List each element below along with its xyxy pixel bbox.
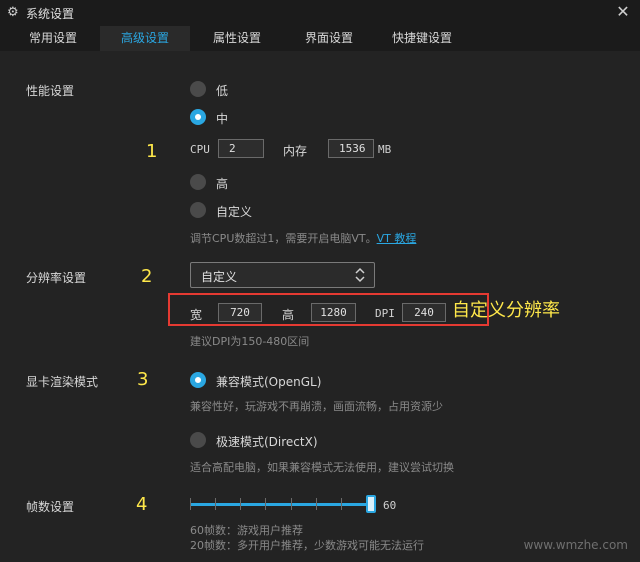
chevron-updown-icon (355, 267, 365, 283)
fps-slider-tick (190, 498, 191, 510)
tab-shortcut-settings[interactable]: 快捷键设置 (376, 26, 468, 51)
width-input[interactable]: 720 (218, 303, 262, 322)
render-speed-label: 极速模式(DirectX) (216, 435, 318, 449)
resolution-select[interactable]: 自定义 (190, 262, 375, 288)
custom-resolution-annotation: 自定义分辨率 (452, 300, 560, 321)
memory-unit: MB (378, 143, 392, 156)
render-speed-hint: 适合高配电脑，如果兼容模式无法使用，建议尝试切换 (190, 461, 454, 474)
height-label: 高 (282, 308, 295, 322)
performance-custom-radio[interactable] (190, 202, 206, 218)
title-bar: ⚙ 系统设置 ✕ (0, 0, 640, 26)
performance-custom-label: 自定义 (216, 205, 253, 219)
performance-section-label: 性能设置 (26, 84, 75, 98)
performance-low-label: 低 (216, 84, 229, 98)
cpu-hint: 调节CPU数超过1，需要开启电脑VT。VT 教程 (190, 230, 416, 246)
fps-value: 60 (383, 499, 397, 512)
render-speed-radio[interactable] (190, 432, 206, 448)
resolution-section-label: 分辨率设置 (26, 271, 87, 285)
render-compat-hint: 兼容性好，玩游戏不再崩溃，画面流畅，占用资源少 (190, 400, 443, 413)
performance-low-radio[interactable] (190, 81, 206, 97)
gear-icon: ⚙ (7, 5, 19, 20)
tab-bar: 常用设置 高级设置 属性设置 界面设置 快捷键设置 (0, 26, 640, 51)
fps-slider-tick (265, 498, 266, 510)
fps-hint-60: 60帧数：游戏用户推荐 (190, 524, 303, 537)
fps-slider-tick (341, 498, 342, 510)
render-compat-radio[interactable] (190, 372, 206, 388)
memory-input[interactable]: 1536 (328, 139, 374, 158)
performance-high-radio[interactable] (190, 174, 206, 190)
resolution-select-value: 自定义 (201, 270, 238, 284)
annotation-number-2: 2 (141, 266, 153, 287)
dpi-label: DPI (375, 307, 395, 320)
tab-advanced-settings[interactable]: 高级设置 (100, 26, 190, 51)
cpu-hint-text: 调节CPU数超过1，需要开启电脑VT。 (190, 232, 377, 245)
dpi-hint: 建议DPI为150-480区间 (190, 335, 310, 348)
annotation-number-4: 4 (136, 494, 148, 515)
render-mode-section-label: 显卡渲染模式 (26, 375, 99, 389)
cpu-input[interactable]: 2 (218, 139, 264, 158)
close-icon[interactable]: ✕ (614, 3, 632, 21)
fps-slider-tick (291, 498, 292, 510)
tab-interface-settings[interactable]: 界面设置 (284, 26, 374, 51)
tab-property-settings[interactable]: 属性设置 (192, 26, 282, 51)
annotation-number-1: 1 (146, 141, 158, 162)
fps-slider-track[interactable] (190, 503, 372, 506)
window-title: 系统设置 (26, 7, 75, 21)
fps-slider-tick (316, 498, 317, 510)
annotation-number-3: 3 (137, 369, 149, 390)
fps-slider-tick (215, 498, 216, 510)
width-label: 宽 (190, 308, 203, 322)
watermark: www.wmzhe.com (523, 538, 628, 552)
memory-label: 内存 (283, 144, 308, 158)
vt-tutorial-link[interactable]: VT 教程 (377, 232, 417, 245)
tab-general-settings[interactable]: 常用设置 (8, 26, 98, 51)
performance-medium-radio[interactable] (190, 109, 206, 125)
render-compat-label: 兼容模式(OpenGL) (216, 375, 322, 389)
performance-high-label: 高 (216, 177, 229, 191)
dpi-input[interactable]: 240 (402, 303, 446, 322)
fps-hint-20: 20帧数：多开用户推荐，少数游戏可能无法运行 (190, 539, 424, 552)
height-input[interactable]: 1280 (311, 303, 356, 322)
cpu-label: CPU (190, 143, 210, 156)
performance-medium-label: 中 (216, 112, 229, 126)
fps-slider-tick (240, 498, 241, 510)
fps-section-label: 帧数设置 (26, 500, 75, 514)
fps-slider-thumb[interactable] (366, 495, 376, 513)
